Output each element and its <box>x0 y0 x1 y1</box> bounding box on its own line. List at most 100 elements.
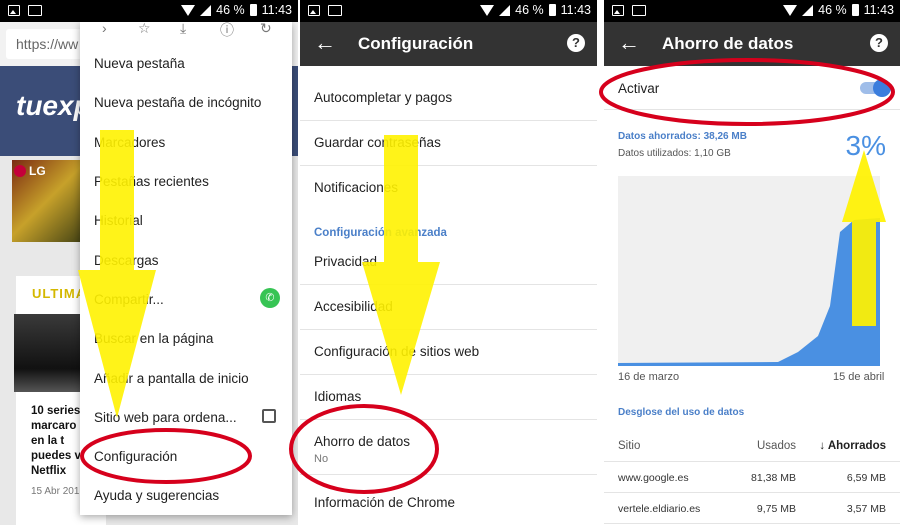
chart-start-date: 16 de marzo <box>618 371 680 383</box>
menu-find-in-page[interactable]: Buscar en la página <box>94 331 213 346</box>
whatsapp-icon[interactable]: ✆ <box>260 288 280 308</box>
row-used: 81,38 MB <box>751 472 796 484</box>
setting-label: Accesibilidad <box>314 299 393 314</box>
chart-end-date: 15 de abril <box>833 371 885 383</box>
setting-about-chrome[interactable]: Información de Chrome <box>300 475 597 520</box>
help-icon[interactable]: ? <box>870 34 888 52</box>
menu-help[interactable]: Ayuda y sugerencias <box>94 488 219 503</box>
breakdown-header: Desglose del uso de datos <box>618 407 745 418</box>
usage-area <box>618 218 880 366</box>
data-saver-switch[interactable] <box>860 79 891 97</box>
cast-icon <box>328 5 342 16</box>
page-title: Ahorro de datos <box>662 34 794 53</box>
setting-label: Autocompletar y pagos <box>314 90 453 105</box>
data-saved-text: Datos ahorrados: 38,26 MB <box>618 131 747 142</box>
data-saver-toolbar: ← Ahorro de datos ? <box>604 22 900 66</box>
data-used-text: Datos utilizados: 1,10 GB <box>618 148 731 159</box>
setting-privacy[interactable]: Privacidad <box>300 240 597 285</box>
clock: 11:43 <box>560 3 591 17</box>
signal-icon <box>802 4 814 16</box>
menu-settings[interactable]: Configuración <box>94 449 177 464</box>
menu-bookmarks[interactable]: Marcadores <box>94 135 165 150</box>
advanced-section-header: Configuración avanzada <box>314 227 447 239</box>
menu-downloads[interactable]: Descargas <box>94 253 159 268</box>
card-heading: ULTIMA <box>32 286 87 301</box>
menu-desktop-site[interactable]: Sitio web para ordena... <box>94 410 237 425</box>
battery-percent: 46 % <box>515 3 544 17</box>
cast-icon <box>28 5 42 16</box>
lg-logo-icon <box>14 165 26 177</box>
back-arrow-icon[interactable]: ← <box>618 32 640 54</box>
settings-toolbar: ← Configuración ? <box>300 22 597 66</box>
menu-add-to-home[interactable]: Añadir a pantalla de inicio <box>94 371 249 386</box>
article-image[interactable] <box>14 314 84 392</box>
setting-accessibility[interactable]: Accesibilidad <box>300 285 597 330</box>
row-saved: 3,57 MB <box>846 503 886 515</box>
wifi-icon <box>480 4 495 16</box>
setting-passwords[interactable]: Guardar contraseñas <box>300 121 597 166</box>
menu-new-incognito-tab[interactable]: Nueva pestaña de incógnito <box>94 95 261 110</box>
col-saved-sort[interactable]: ↓ Ahorrados <box>819 440 886 452</box>
setting-notifications[interactable]: Notificaciones <box>300 166 597 211</box>
clock: 11:43 <box>261 3 292 17</box>
help-icon[interactable]: ? <box>567 34 585 52</box>
clock: 11:43 <box>863 3 894 17</box>
menu-new-tab[interactable]: Nueva pestaña <box>94 56 185 71</box>
settings-list: Autocompletar y pagos Guardar contraseña… <box>300 66 597 525</box>
menu-icon-row: › ☆ ⤓ ⓘ ↻ <box>80 20 292 42</box>
battery-icon <box>548 4 556 16</box>
savings-percent: 3% <box>845 130 886 161</box>
table-row: vertele.eldiario.es 9,75 MB 3,57 MB <box>604 493 900 524</box>
image-notification-icon <box>8 5 20 16</box>
data-usage-chart <box>618 176 880 366</box>
bookmark-star-icon[interactable]: ☆ <box>138 20 151 37</box>
col-site: Sitio <box>618 440 641 452</box>
setting-value: No <box>314 453 329 465</box>
browser-panel: 46 % 11:43 https://ww tuexp LG ULTIMA 10… <box>0 0 298 525</box>
status-bar: 46 % 11:43 <box>604 0 900 22</box>
menu-recent-tabs[interactable]: Pestañas recientes <box>94 174 209 189</box>
signal-icon <box>499 4 511 16</box>
browser-menu: › ☆ ⤓ ⓘ ↻ Nueva pestaña Nueva pestaña de… <box>80 20 292 515</box>
battery-icon <box>249 4 257 16</box>
setting-label: Configuración de sitios web <box>314 344 480 359</box>
menu-history[interactable]: Historial <box>94 213 143 228</box>
refresh-icon[interactable]: ↻ <box>260 20 272 37</box>
image-notification-icon <box>612 5 624 16</box>
setting-label: Información de Chrome <box>314 495 456 510</box>
settings-panel: 46 % 11:43 ← Configuración ? Autocomplet… <box>300 0 597 525</box>
table-row: www.google.es 81,38 MB 6,59 MB <box>604 462 900 493</box>
menu-share[interactable]: Compartir... <box>94 292 164 307</box>
setting-label: Guardar contraseñas <box>314 135 441 150</box>
info-icon[interactable]: ⓘ <box>220 20 234 40</box>
setting-label: Notificaciones <box>314 180 399 195</box>
switch-knob <box>873 79 891 97</box>
setting-label: Ahorro de datos <box>314 434 411 449</box>
row-site: vertele.eldiario.es <box>618 503 701 515</box>
setting-site-settings[interactable]: Configuración de sitios web <box>300 330 597 375</box>
back-arrow-icon[interactable]: ← <box>314 32 336 54</box>
row-used: 9,75 MB <box>756 503 796 515</box>
setting-languages[interactable]: Idiomas <box>300 375 597 420</box>
article-date: 15 Abr 201 <box>31 486 80 497</box>
data-saver-toggle-row[interactable]: Activar <box>604 66 900 110</box>
download-icon[interactable]: ⤓ <box>180 20 186 37</box>
desktop-site-checkbox[interactable] <box>262 409 276 423</box>
toggle-label: Activar <box>618 81 660 96</box>
ad-badge-text: LG <box>29 164 46 178</box>
forward-icon[interactable]: › <box>102 20 107 36</box>
data-saver-panel: 46 % 11:43 ← Ahorro de datos ? Activar D… <box>604 0 900 525</box>
usage-area-graph <box>618 218 880 366</box>
setting-data-saver[interactable]: Ahorro de datos No <box>300 420 597 475</box>
setting-label: Privacidad <box>314 254 378 269</box>
signal-icon <box>200 4 212 16</box>
setting-label: Idiomas <box>314 389 362 404</box>
battery-percent: 46 % <box>818 3 847 17</box>
cast-icon <box>632 5 646 16</box>
setting-autofill[interactable]: Autocompletar y pagos <box>300 76 597 121</box>
wifi-icon <box>181 4 196 16</box>
ad-badge: LG <box>14 164 46 178</box>
battery-icon <box>851 4 859 16</box>
page-title: Configuración <box>358 34 474 53</box>
col-used: Usados <box>757 440 796 452</box>
